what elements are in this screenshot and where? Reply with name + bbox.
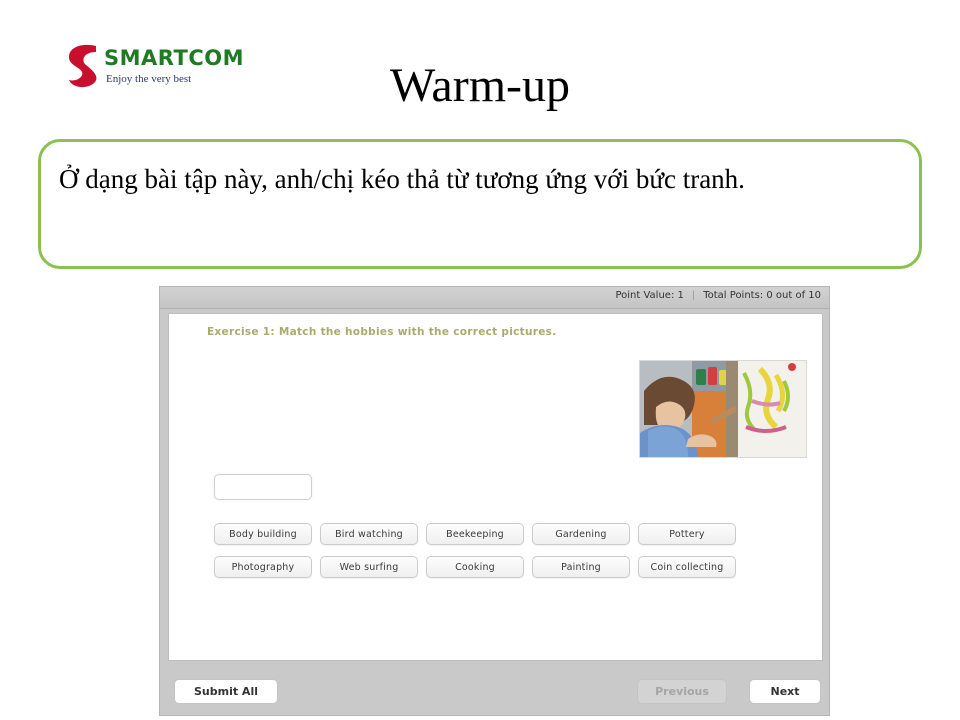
- hobby-chip-web-surfing[interactable]: Web surfing: [320, 556, 418, 578]
- total-points-label: Total Points: 0 out of 10: [703, 290, 821, 301]
- submit-all-button[interactable]: Submit All: [174, 679, 278, 704]
- instruction-text: Ở dạng bài tập này, anh/chị kéo thả từ t…: [59, 164, 745, 194]
- hobby-chip-gardening[interactable]: Gardening: [532, 523, 630, 545]
- hobby-chip-bird-watching[interactable]: Bird watching: [320, 523, 418, 545]
- hobby-row: Photography Web surfing Cooking Painting…: [214, 556, 794, 578]
- exercise-content-area: Exercise 1: Match the hobbies with the c…: [168, 313, 823, 661]
- player-header-bar: Point Value: 1 | Total Points: 0 out of …: [160, 287, 829, 309]
- hobby-row: Body building Bird watching Beekeeping G…: [214, 523, 794, 545]
- hobby-chip-pottery[interactable]: Pottery: [638, 523, 736, 545]
- page-title: Warm-up: [389, 59, 571, 112]
- hobby-chip-body-building[interactable]: Body building: [214, 523, 312, 545]
- points-status: Point Value: 1 | Total Points: 0 out of …: [615, 290, 821, 301]
- points-separator: |: [691, 290, 696, 301]
- point-value-label: Point Value: 1: [615, 290, 684, 301]
- hobby-chip-painting[interactable]: Painting: [532, 556, 630, 578]
- hobby-chip-photography[interactable]: Photography: [214, 556, 312, 578]
- exercise-prompt: Exercise 1: Match the hobbies with the c…: [207, 326, 557, 338]
- previous-button[interactable]: Previous: [637, 679, 727, 704]
- hobby-chip-cooking[interactable]: Cooking: [426, 556, 524, 578]
- next-button[interactable]: Next: [749, 679, 821, 704]
- exercise-player: Point Value: 1 | Total Points: 0 out of …: [159, 286, 830, 716]
- hobby-chip-grid: Body building Bird watching Beekeeping G…: [214, 523, 794, 578]
- exercise-picture[interactable]: [639, 360, 807, 458]
- player-footer-bar: Submit All Previous Next: [160, 669, 829, 715]
- instruction-callout-box: Ở dạng bài tập này, anh/chị kéo thả từ t…: [38, 139, 922, 269]
- hobby-chip-beekeeping[interactable]: Beekeeping: [426, 523, 524, 545]
- drop-target-slot[interactable]: [214, 474, 312, 500]
- hobby-chip-coin-collecting[interactable]: Coin collecting: [638, 556, 736, 578]
